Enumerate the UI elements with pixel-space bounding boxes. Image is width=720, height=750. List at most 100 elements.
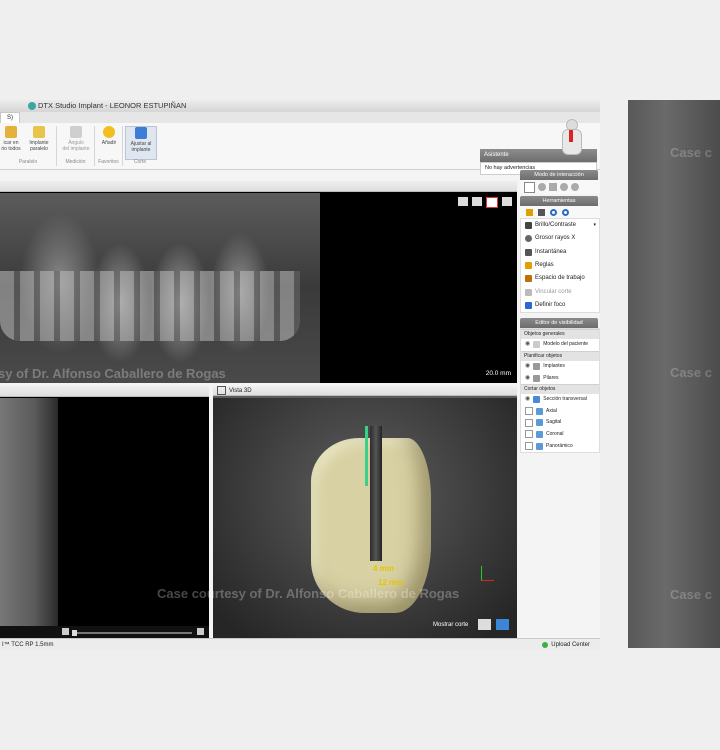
implant-angle-button[interactable]: Ángulo del implante bbox=[60, 126, 92, 152]
slice-slider[interactable] bbox=[72, 630, 192, 636]
panoramic-header bbox=[0, 181, 517, 192]
eye-icon[interactable]: ◉ bbox=[525, 361, 530, 372]
tool-xray-thickness[interactable]: Grosor rayos X bbox=[521, 232, 599, 245]
rotate-icon[interactable] bbox=[538, 183, 546, 191]
view-3d[interactable]: Vista 3D 4 mm 12 mm Case courtesy of Dr.… bbox=[157, 386, 517, 638]
add-favorite-button[interactable]: Añadir bbox=[98, 126, 120, 146]
eye-icon[interactable]: ◉ bbox=[525, 394, 530, 405]
parallel-implant-button[interactable]: Implante paralelo bbox=[26, 126, 52, 152]
show-cut-label: Mostrar corte bbox=[433, 622, 469, 628]
visibility-item[interactable]: ◉ Modelo del paciente bbox=[521, 339, 599, 351]
tool-define-focus[interactable]: Definir foco bbox=[521, 299, 599, 312]
checkbox[interactable] bbox=[525, 407, 533, 416]
cross-section-icon bbox=[533, 396, 541, 404]
slider-handle[interactable] bbox=[72, 630, 77, 636]
visibility-header: Editor de visibilidad bbox=[520, 318, 598, 329]
watermark: Case courtesy of Dr. Alfonso Caballero d… bbox=[157, 586, 460, 601]
undo-icon[interactable] bbox=[550, 208, 557, 216]
interaction-mode-header: Modo de interacción bbox=[520, 170, 598, 180]
fit-implant-icon bbox=[135, 127, 147, 139]
next-slice-icon[interactable] bbox=[197, 628, 204, 635]
visibility-label: Sagital bbox=[546, 419, 562, 426]
tool-label: Espacio de trabajo bbox=[535, 275, 585, 282]
panoramic-icon bbox=[536, 442, 543, 450]
visibility-item[interactable]: Panorámico bbox=[521, 440, 599, 452]
tool-link-cut[interactable]: Vincular corte bbox=[521, 285, 599, 298]
view-3d-header: Vista 3D bbox=[213, 386, 517, 396]
edit-toolbar bbox=[520, 206, 600, 218]
group-favoritos: Favoritos bbox=[98, 159, 119, 165]
checkbox[interactable] bbox=[525, 418, 533, 427]
eye-icon[interactable]: ◉ bbox=[525, 373, 530, 384]
measurement-label: 4 mm bbox=[373, 564, 394, 573]
folder-icon[interactable] bbox=[526, 208, 533, 216]
view-toggle-icon[interactable] bbox=[472, 197, 482, 206]
visibility-label: Coronal bbox=[546, 430, 564, 437]
redo-icon[interactable] bbox=[562, 208, 569, 216]
teeth-image bbox=[0, 271, 300, 341]
link-icon bbox=[525, 288, 532, 296]
group-corte: Corte bbox=[133, 159, 147, 165]
view-toggle-icon[interactable] bbox=[502, 197, 512, 206]
visibility-label: Sección transversal bbox=[543, 396, 587, 403]
cube-icon bbox=[217, 386, 226, 395]
star-add-icon bbox=[103, 126, 115, 138]
focus-icon bbox=[525, 301, 532, 309]
status-bar: I™ TCC RP 1.5mm Upload Center bbox=[0, 638, 600, 650]
tool-label: Brillo/Contraste bbox=[535, 222, 577, 229]
tool-brightness[interactable]: Brillo/Contraste ▾ bbox=[521, 219, 599, 232]
checkbox[interactable] bbox=[525, 442, 533, 451]
tool-label: Grosor rayos X bbox=[535, 235, 576, 242]
upload-center-link[interactable]: Upload Center bbox=[542, 639, 590, 650]
sagittal-icon bbox=[536, 419, 543, 427]
save-icon[interactable] bbox=[538, 208, 545, 216]
visibility-label: Panorámico bbox=[546, 442, 573, 449]
tool-label: Reglas bbox=[535, 262, 554, 269]
visibility-item[interactable]: Axial bbox=[521, 405, 599, 417]
zoom-in-icon[interactable] bbox=[560, 183, 568, 191]
visibility-label: Pilares bbox=[543, 374, 559, 381]
group-paralelo: Paralelo bbox=[18, 159, 38, 165]
tool-rulers[interactable]: Reglas bbox=[521, 259, 599, 272]
implant-model[interactable] bbox=[370, 426, 382, 561]
view-toggle-group bbox=[458, 197, 512, 208]
parallel-all-button[interactable]: icar en rio todos bbox=[0, 126, 22, 152]
axial-icon bbox=[536, 407, 543, 415]
angle-icon bbox=[70, 126, 82, 138]
visibility-item[interactable]: Coronal bbox=[521, 429, 599, 441]
tool-snapshot[interactable]: Instantánea bbox=[521, 246, 599, 259]
fit-implant-button[interactable]: Ajustar al implante bbox=[125, 126, 157, 160]
side-panel: Modo de interacción Herramientas Brillo/… bbox=[520, 170, 600, 453]
visibility-item[interactable]: Sagital bbox=[521, 417, 599, 429]
visibility-label: Implantes bbox=[543, 362, 565, 369]
section-plan-objects: Planificar objetos bbox=[521, 350, 599, 361]
watermark: Case c bbox=[670, 365, 712, 380]
zoom-out-icon[interactable] bbox=[571, 183, 579, 191]
patient-model-icon bbox=[533, 341, 541, 349]
pan-icon[interactable] bbox=[549, 183, 557, 191]
panoramic-view[interactable]: sy of Dr. Alfonso Caballero de Rogas 20.… bbox=[0, 181, 517, 383]
abutment-icon bbox=[533, 374, 541, 382]
prev-slice-icon[interactable] bbox=[62, 628, 69, 635]
xray-icon bbox=[525, 235, 532, 243]
tools-list: Brillo/Contraste ▾ Grosor rayos X Instant… bbox=[520, 218, 600, 314]
tool-workspace[interactable]: Espacio de trabajo bbox=[521, 272, 599, 285]
visibility-item[interactable]: ◉ Sección transversal bbox=[521, 394, 599, 406]
checkbox[interactable] bbox=[525, 430, 533, 439]
visibility-item[interactable]: ◉ Implantes bbox=[521, 361, 599, 373]
implant-angle-label: Ángulo del implante bbox=[62, 140, 90, 152]
view-mode-icon[interactable] bbox=[496, 619, 509, 630]
dropdown-arrow-icon: ▾ bbox=[593, 222, 596, 229]
section-cut-objects: Cortar objetos bbox=[521, 383, 599, 394]
watermark: Case c bbox=[670, 587, 712, 602]
visibility-item[interactable]: ◉ Pilares bbox=[521, 372, 599, 384]
eye-icon[interactable]: ◉ bbox=[525, 339, 530, 350]
pointer-icon[interactable] bbox=[524, 181, 535, 193]
app-window: DTX Studio Implant - LEONOR ESTUPIÑAN S)… bbox=[0, 100, 600, 650]
view-toggle-icon[interactable] bbox=[486, 197, 498, 208]
show-cut-toggle-icon[interactable] bbox=[478, 619, 491, 630]
cross-section-header bbox=[0, 386, 209, 397]
secondary-scan-view: Case c Case c Case c bbox=[628, 100, 720, 648]
visibility-list: Objetos generales ◉ Modelo del paciente P… bbox=[520, 328, 600, 453]
view-toggle-icon[interactable] bbox=[458, 197, 468, 206]
